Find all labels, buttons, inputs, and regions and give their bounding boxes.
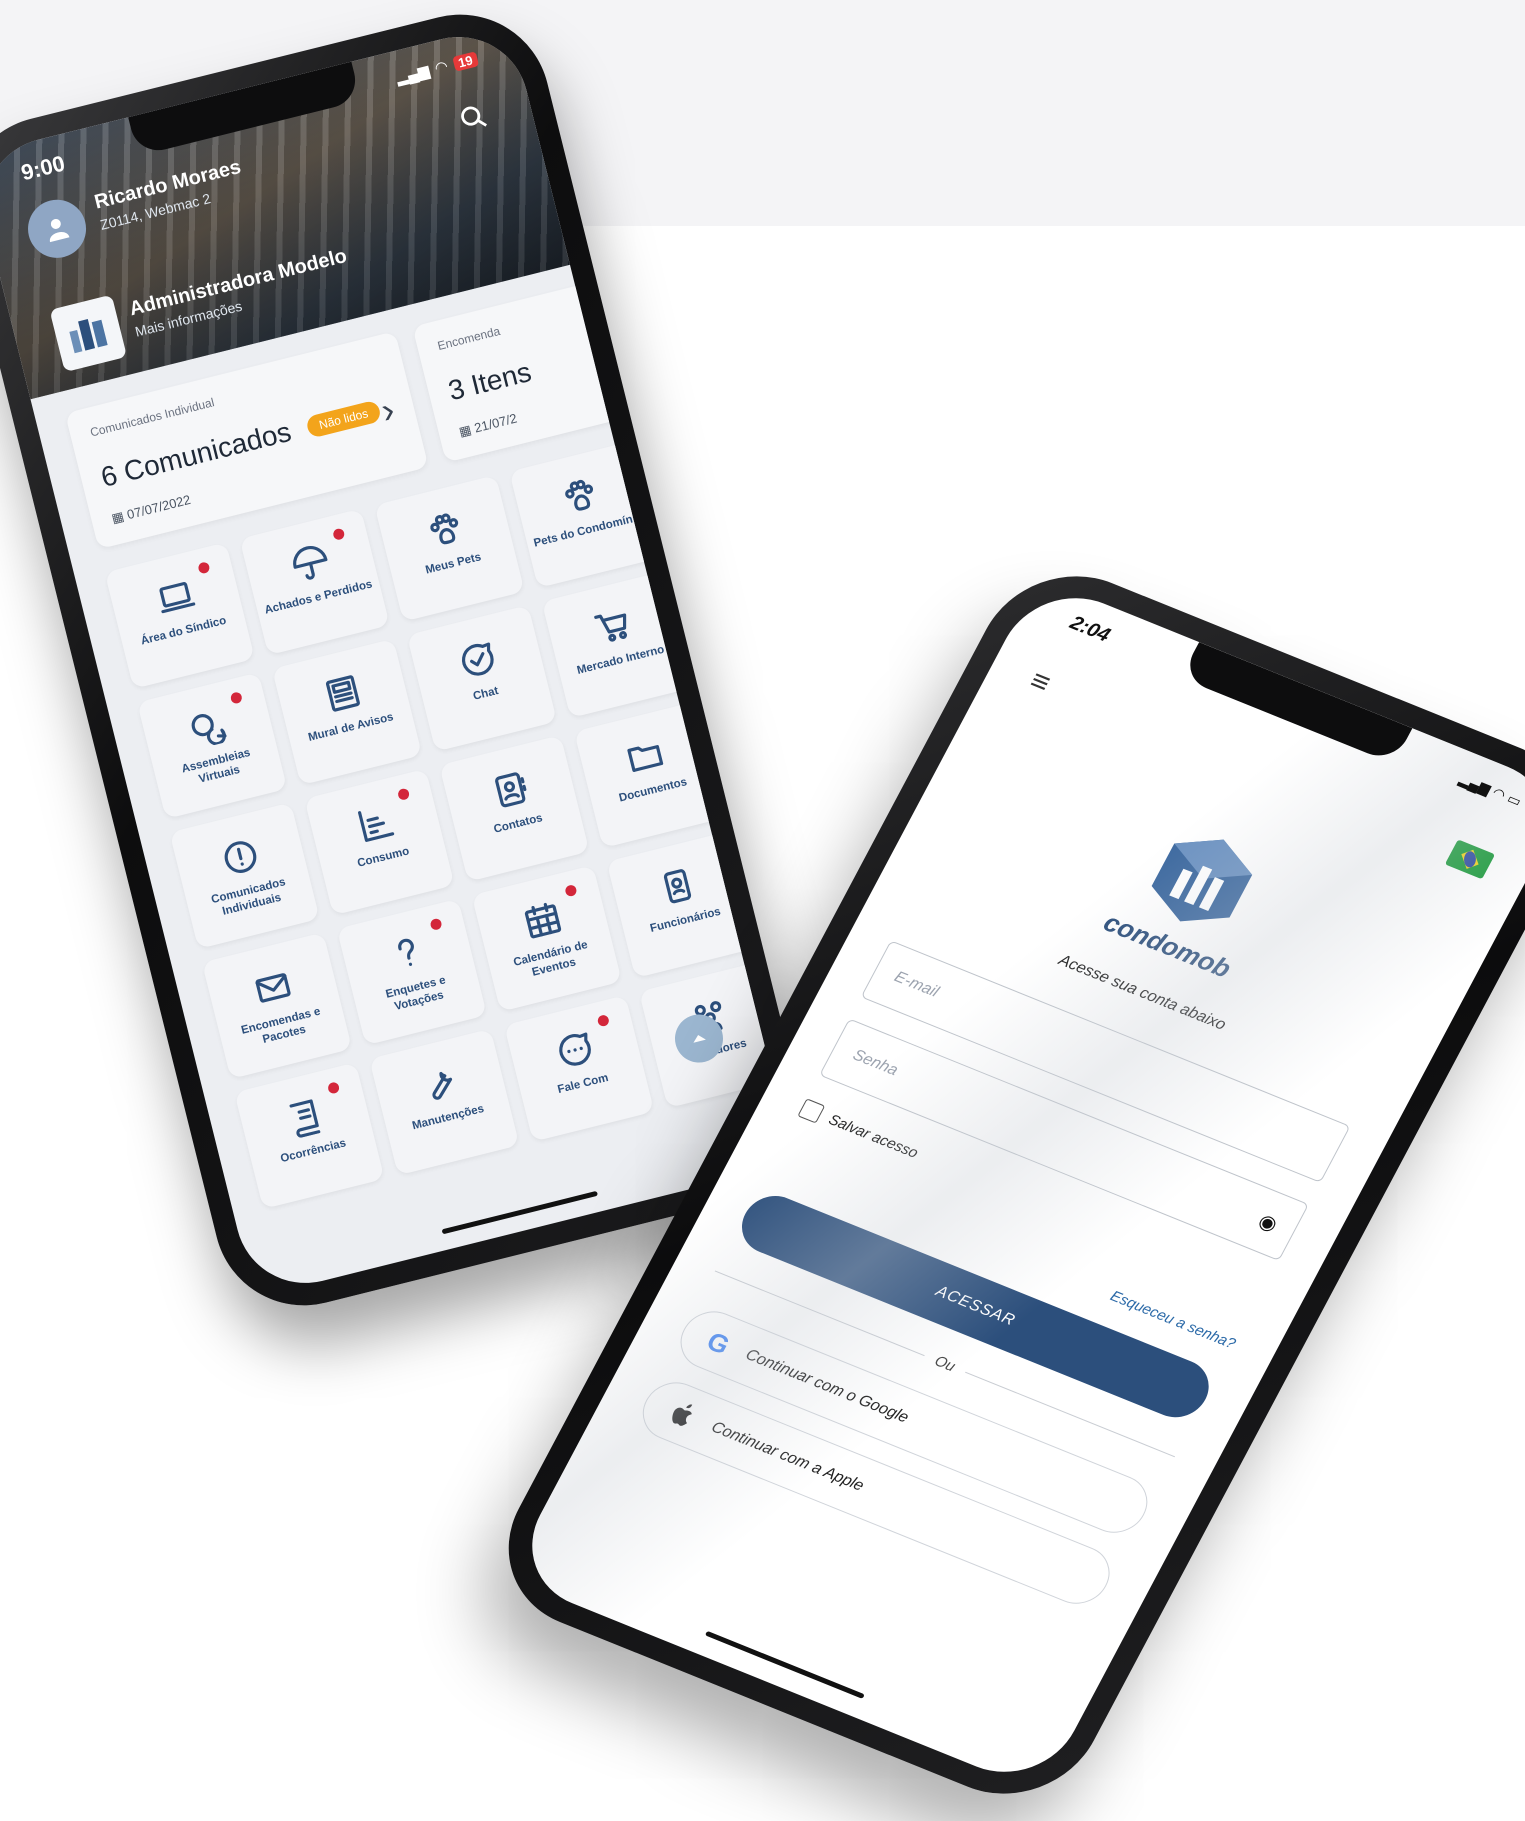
flag-circle <box>1462 849 1478 870</box>
tile-label: Fale Com <box>551 1070 616 1099</box>
calendar-icon <box>519 897 565 943</box>
tile-ocorrencias[interactable]: Ocorrências <box>234 1062 384 1209</box>
apple-login-label: Continuar com a Apple <box>708 1419 867 1496</box>
status-icons: ▂▄▆ ◠ 19 <box>394 49 479 87</box>
feature-grid: Área do Síndico Achados e Perdidos Meus … <box>105 437 794 1209</box>
tile-enquetes-e-votacoes[interactable]: Enquetes e Votações <box>337 899 487 1046</box>
status-time: 2:04 <box>1066 612 1114 647</box>
wifi-icon: ◠ <box>433 57 450 78</box>
or-label: Ou <box>932 1353 959 1376</box>
notification-dot <box>197 561 210 574</box>
notification-dot <box>397 788 410 801</box>
wrench-icon <box>417 1061 463 1107</box>
notification-dot <box>327 1081 340 1094</box>
tile-chat[interactable]: Chat <box>407 605 557 752</box>
tile-label: Chat <box>466 684 506 706</box>
tile-label: Mural de Avisos <box>301 710 401 747</box>
hamburger-menu-icon[interactable]: ≡ <box>1024 664 1056 701</box>
laptop-icon <box>152 574 198 620</box>
status-badge: Não lidos <box>305 400 382 439</box>
tile-calendario-de-eventos[interactable]: Calendário de Eventos <box>472 865 622 1012</box>
tile-consumo[interactable]: Consumo <box>304 769 454 916</box>
signal-icon: ▂▄▆ <box>394 61 431 87</box>
question-icon <box>384 931 430 977</box>
battery-indicator: 19 <box>452 51 479 71</box>
card-date-value: 07/07/2022 <box>125 492 192 522</box>
tile-label: Achados e Perdidos <box>258 577 380 620</box>
tile-label: Mercado Interno <box>570 642 672 680</box>
tile-label: Área do Síndico <box>134 613 234 650</box>
tile-label: Documentos <box>612 775 695 808</box>
tile-label: Comunicados Individuais <box>186 870 314 927</box>
chat-check-icon <box>454 637 500 683</box>
tile-assembleias-virtuais[interactable]: Assembleias Virtuais <box>137 672 287 819</box>
tile-contatos[interactable]: Contatos <box>439 735 589 882</box>
chat-bubbles-icon <box>185 704 231 750</box>
tile-label: Ocorrências <box>273 1136 353 1169</box>
brazil-flag-icon[interactable] <box>1445 839 1495 879</box>
tile-label: Encomendas e Pacotes <box>219 1000 347 1057</box>
notification-dot <box>230 691 243 704</box>
badge-icon <box>654 863 700 909</box>
tile-comunicados-individuais[interactable]: Comunicados Individuais <box>169 802 319 949</box>
newspaper-icon <box>319 671 365 717</box>
save-access-checkbox[interactable] <box>797 1098 825 1123</box>
tile-label: Consumo <box>350 844 416 873</box>
building-logo-icon <box>62 309 114 358</box>
card-label: Encomenda <box>436 324 502 353</box>
tile-label: Assembleias Virtuais <box>154 740 282 797</box>
google-icon: G <box>702 1325 735 1360</box>
alert-circle-icon <box>217 834 263 880</box>
paw-icon <box>557 473 603 519</box>
chart-lines-icon <box>352 801 398 847</box>
google-login-label: Continuar com o Google <box>742 1346 911 1427</box>
save-access-label: Salvar acesso <box>826 1111 921 1161</box>
card-label: Comunicados Individual <box>89 395 216 439</box>
umbrella-icon <box>287 541 333 587</box>
user-icon <box>39 211 75 247</box>
tile-label: Meus Pets <box>418 550 488 580</box>
card-date: ▦ 07/07/2022 <box>110 492 192 527</box>
envelope-icon <box>249 964 295 1010</box>
arrow-up-icon <box>686 1025 713 1052</box>
book-icon <box>282 1094 328 1140</box>
speech-icon <box>552 1027 598 1073</box>
card-title: 3 Itens <box>445 356 534 407</box>
tile-label: Enquetes e Votações <box>354 967 482 1024</box>
cart-icon <box>589 603 635 649</box>
tile-label: Funcionários <box>643 904 728 938</box>
status-icons: ▂▄▆ ◠ ▭ <box>1456 771 1524 810</box>
tile-label: Contatos <box>487 811 550 839</box>
tile-encomendas-e-pacotes[interactable]: Encomendas e Pacotes <box>202 932 352 1079</box>
notification-dot <box>564 884 577 897</box>
tile-manutencoes[interactable]: Manutenções <box>369 1029 519 1176</box>
tile-meus-pets[interactable]: Meus Pets <box>374 475 524 622</box>
card-date: ▦ 21/07/2 <box>457 410 518 440</box>
folder-icon <box>622 733 668 779</box>
contacts-icon <box>487 767 533 813</box>
tile-area-do-sindico[interactable]: Área do Síndico <box>105 542 255 689</box>
notification-dot <box>597 1014 610 1027</box>
tile-label: Pets do Condomínio <box>527 509 650 552</box>
apple-icon <box>665 1398 700 1432</box>
tile-fale-com[interactable]: Fale Com <box>504 995 654 1142</box>
tile-mural-de-avisos[interactable]: Mural de Avisos <box>272 639 422 786</box>
flag-diamond <box>1461 850 1478 869</box>
tile-label: Manutenções <box>405 1101 491 1135</box>
notification-dot <box>429 918 442 931</box>
status-time: 9:00 <box>19 150 68 186</box>
tile-achados-e-perdidos[interactable]: Achados e Perdidos <box>239 509 389 656</box>
tile-label: Calendário de Eventos <box>489 933 617 990</box>
card-date-value: 21/07/2 <box>473 410 519 435</box>
chevron-right-icon[interactable]: › <box>377 388 399 432</box>
paw-icon <box>422 507 468 553</box>
notification-dot <box>332 528 345 541</box>
